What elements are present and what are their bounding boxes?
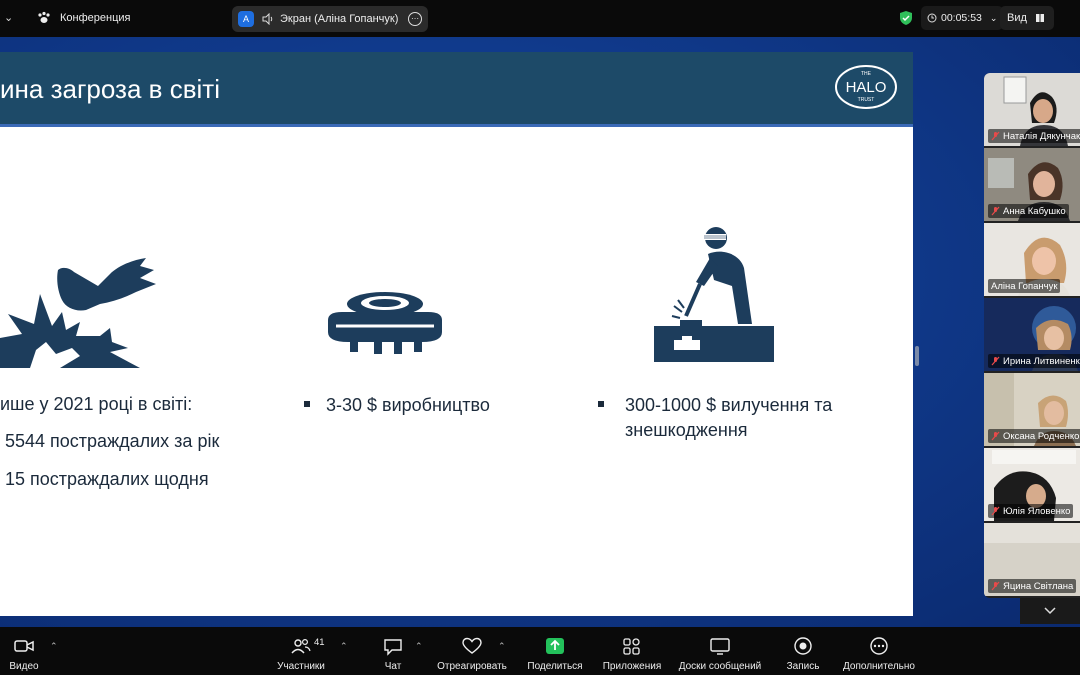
panel-resize-handle[interactable] [915,346,919,366]
stat-victims-per-year: 5544 постраждалих за рік [5,431,220,451]
video-options-caret[interactable]: ⌃ [50,641,58,652]
meeting-timer[interactable]: 00:05:53 ⌄ [921,6,1004,30]
meeting-toolbar: Видео ⌃ Участники 41 ⌃ Чат ⌃ Отреагирова… [0,627,1080,675]
mic-muted-icon [991,206,1000,216]
chevron-down-icon [1044,607,1056,615]
participant-tile[interactable]: Наталія Дякунчак [984,73,1080,146]
chat-options-caret[interactable]: ⌃ [415,641,423,652]
conference-label: Конференция [60,12,131,24]
participant-tile[interactable]: Яцина Світлана [984,523,1080,596]
clearance-cost-line1: 300-1000 $ вилучення та [625,395,833,415]
paw-icon [38,11,50,23]
participant-name-tag: Аліна Гопанчук [988,279,1061,293]
participant-tile[interactable]: Анна Кабушко [984,148,1080,221]
more-options-icon [870,637,888,655]
whiteboards-button[interactable]: Доски сообщений [674,627,766,675]
chat-bubble-icon [384,639,402,656]
share-screen-icon [546,638,564,654]
participants-options-caret[interactable]: ⌃ [340,641,348,652]
share-label: Экран (Аліна Гопанчук) [280,13,399,25]
participants-icon [291,638,311,654]
svg-text:TRUST: TRUST [858,97,875,103]
react-options-caret[interactable]: ⌃ [498,641,506,652]
participant-name-tag: Юлія Яловенко [988,504,1074,518]
share-screen-button[interactable]: Поделиться [524,627,586,675]
whiteboard-icon [710,638,730,655]
record-icon [794,637,812,655]
chevron-down-icon: ⌄ [989,12,998,23]
participant-name-tag: Яцина Світлана [988,579,1077,593]
security-shield-icon[interactable] [898,10,914,26]
bullet [598,401,604,407]
speaker-icon [262,13,273,25]
slide-header-rule [0,124,913,127]
grid-view-icon [1035,14,1044,22]
participant-name-tag: Оксана Родченко [988,429,1080,443]
svg-text:THE: THE [861,71,872,77]
more-button[interactable]: Дополнительно [838,627,920,675]
participant-tile[interactable]: Юлія Яловенко [984,448,1080,521]
participant-video-panel: Наталія Дякунчак Анна Кабушко Аліна Гопа… [984,73,1080,598]
participant-tile-active-speaker[interactable]: Аліна Гопанчук [984,223,1080,296]
stat-victims-per-day: 15 постраждалих щодня [5,469,209,489]
participants-button[interactable]: Участники [272,627,330,675]
participant-name-tag: Анна Кабушко [988,204,1069,218]
svg-text:HALO: HALO [846,79,887,96]
mic-muted-icon [991,431,1000,441]
video-camera-icon [14,640,34,652]
apps-icon [623,638,640,655]
slide-header: ина загроза в світі THE HALO TRUST [0,52,913,124]
halo-trust-logo: THE HALO TRUST [835,65,897,109]
heart-icon [462,637,482,654]
top-bar: ⌄ Конференция A Экран (Аліна Гопанчук) ⋯… [0,0,1080,37]
participant-tile[interactable]: Оксана Родченко [984,373,1080,446]
conference-menu[interactable]: Конференция [36,10,130,26]
participants-count: 41 [314,637,325,648]
video-button[interactable]: Видео [4,627,44,675]
clock-icon [927,13,937,23]
view-label: Вид [1007,12,1027,24]
deminer-icon [654,227,774,362]
screen-share-indicator[interactable]: A Экран (Аліна Гопанчук) ⋯ [232,6,428,32]
participant-name-tag: Ирина Литвиненко [988,354,1080,368]
scroll-participants-down-button[interactable] [1020,598,1080,624]
presentation-slide: ина загроза в світі THE HALO TRUST ише у… [0,52,913,616]
production-cost: 3-30 $ виробництво [326,395,490,415]
clearance-cost-line2: знешкодження [625,420,748,440]
landmine-icon [328,292,442,354]
sharer-avatar: A [238,11,254,27]
chat-button[interactable]: Чат [376,627,410,675]
apps-button[interactable]: Приложения [600,627,664,675]
landmine-blast-icon [0,258,156,368]
slide-title: ина загроза в світі [0,74,220,104]
participant-tile[interactable]: Ирина Литвиненко [984,298,1080,371]
chevron-down-icon[interactable]: ⌄ [4,11,13,24]
mic-muted-icon [991,131,1000,141]
stat-heading: ише у 2021 році в світі: [0,394,193,414]
view-button[interactable]: Вид [1000,6,1054,30]
record-button[interactable]: Запись [782,627,824,675]
mic-muted-icon [991,581,1000,591]
bullet [304,401,310,407]
timer-value: 00:05:53 [941,12,982,24]
participant-name-tag: Наталія Дякунчак [988,129,1080,143]
more-options-icon[interactable]: ⋯ [408,12,422,26]
mic-muted-icon [991,356,1000,366]
mic-muted-icon [991,506,1000,516]
